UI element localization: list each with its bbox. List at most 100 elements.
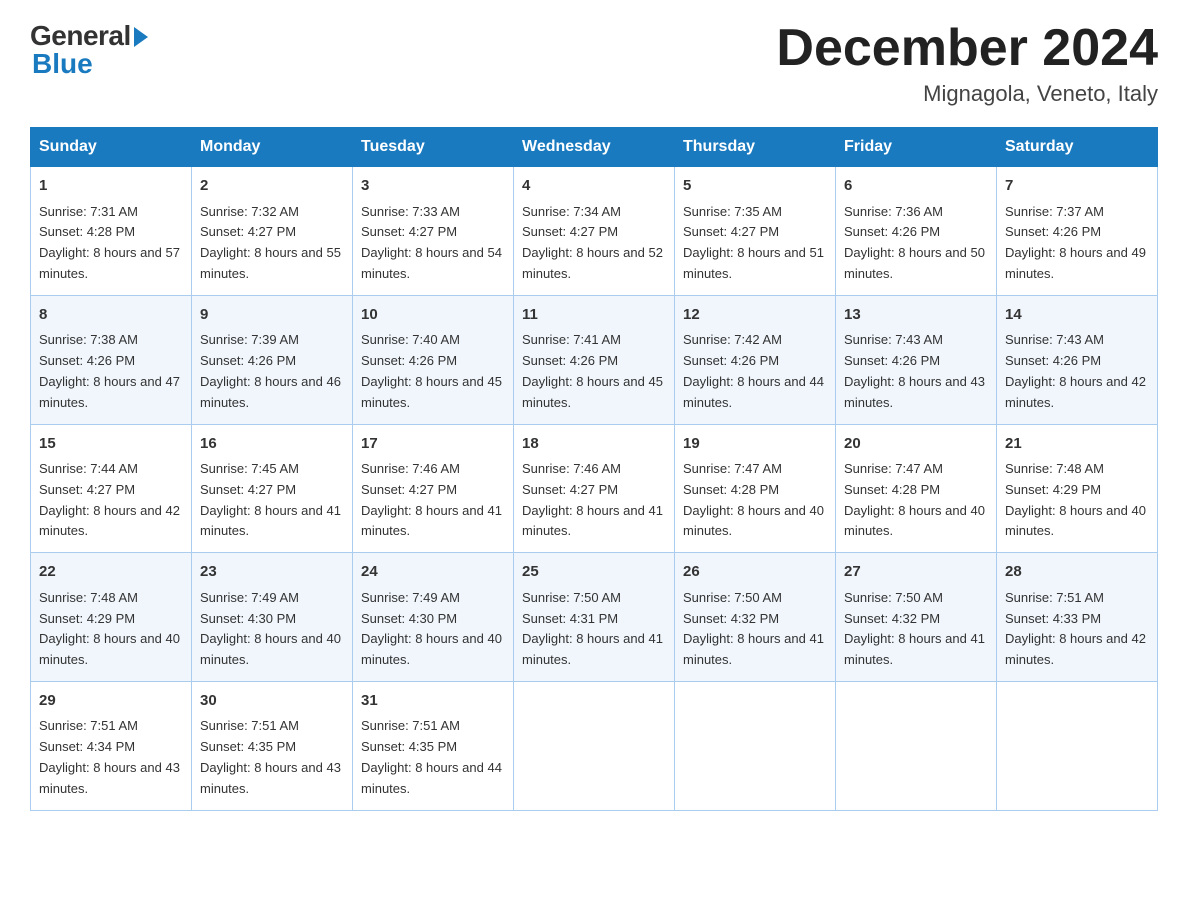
day-number: 4 xyxy=(522,175,666,198)
day-header-sunday: Sunday xyxy=(31,128,192,167)
day-number: 10 xyxy=(361,304,505,327)
day-number: 16 xyxy=(200,433,344,456)
day-info: Sunrise: 7:35 AMSunset: 4:27 PMDaylight:… xyxy=(683,202,827,285)
calendar-cell: 13 Sunrise: 7:43 AMSunset: 4:26 PMDayligh… xyxy=(836,295,997,424)
day-info: Sunrise: 7:44 AMSunset: 4:27 PMDaylight:… xyxy=(39,459,183,542)
day-number: 2 xyxy=(200,175,344,198)
calendar-cell: 14 Sunrise: 7:43 AMSunset: 4:26 PMDayligh… xyxy=(997,295,1158,424)
calendar-week-row: 1 Sunrise: 7:31 AMSunset: 4:28 PMDaylight… xyxy=(31,167,1158,296)
day-number: 29 xyxy=(39,690,183,713)
day-info: Sunrise: 7:33 AMSunset: 4:27 PMDaylight:… xyxy=(361,202,505,285)
calendar-week-row: 29 Sunrise: 7:51 AMSunset: 4:34 PMDayligh… xyxy=(31,681,1158,810)
day-info: Sunrise: 7:34 AMSunset: 4:27 PMDaylight:… xyxy=(522,202,666,285)
calendar-cell: 12Sunrise: 7:42 AMSunset: 4:26 PMDayligh… xyxy=(675,295,836,424)
calendar-cell: 25 Sunrise: 7:50 AMSunset: 4:31 PMDayligh… xyxy=(514,553,675,682)
calendar-cell: 20 Sunrise: 7:47 AMSunset: 4:28 PMDayligh… xyxy=(836,424,997,553)
calendar-cell: 3 Sunrise: 7:33 AMSunset: 4:27 PMDaylight… xyxy=(353,167,514,296)
day-info: Sunrise: 7:50 AMSunset: 4:32 PMDaylight:… xyxy=(844,588,988,671)
logo-arrow-icon xyxy=(134,27,148,47)
calendar-cell: 31Sunrise: 7:51 AMSunset: 4:35 PMDayligh… xyxy=(353,681,514,810)
calendar-cell: 5Sunrise: 7:35 AMSunset: 4:27 PMDaylight… xyxy=(675,167,836,296)
calendar-week-row: 22Sunrise: 7:48 AMSunset: 4:29 PMDayligh… xyxy=(31,553,1158,682)
day-header-friday: Friday xyxy=(836,128,997,167)
logo: General Blue xyxy=(30,20,148,80)
calendar-cell: 2 Sunrise: 7:32 AMSunset: 4:27 PMDaylight… xyxy=(192,167,353,296)
calendar-cell: 11 Sunrise: 7:41 AMSunset: 4:26 PMDayligh… xyxy=(514,295,675,424)
calendar-cell: 4 Sunrise: 7:34 AMSunset: 4:27 PMDaylight… xyxy=(514,167,675,296)
calendar-cell: 8 Sunrise: 7:38 AMSunset: 4:26 PMDaylight… xyxy=(31,295,192,424)
day-info: Sunrise: 7:48 AMSunset: 4:29 PMDaylight:… xyxy=(1005,459,1149,542)
calendar-cell: 26 Sunrise: 7:50 AMSunset: 4:32 PMDayligh… xyxy=(675,553,836,682)
calendar-cell: 23Sunrise: 7:49 AMSunset: 4:30 PMDayligh… xyxy=(192,553,353,682)
calendar-cell xyxy=(997,681,1158,810)
page-header: General Blue December 2024 Mignagola, Ve… xyxy=(30,20,1158,107)
day-header-wednesday: Wednesday xyxy=(514,128,675,167)
month-title: December 2024 xyxy=(776,20,1158,77)
day-info: Sunrise: 7:37 AMSunset: 4:26 PMDaylight:… xyxy=(1005,202,1149,285)
day-number: 25 xyxy=(522,561,666,584)
day-info: Sunrise: 7:47 AMSunset: 4:28 PMDaylight:… xyxy=(683,459,827,542)
day-number: 24 xyxy=(361,561,505,584)
day-info: Sunrise: 7:31 AMSunset: 4:28 PMDaylight:… xyxy=(39,202,183,285)
day-info: Sunrise: 7:42 AMSunset: 4:26 PMDaylight:… xyxy=(683,330,827,413)
day-info: Sunrise: 7:46 AMSunset: 4:27 PMDaylight:… xyxy=(361,459,505,542)
logo-blue-text: Blue xyxy=(32,48,93,80)
day-number: 17 xyxy=(361,433,505,456)
calendar-cell xyxy=(675,681,836,810)
calendar-cell: 22Sunrise: 7:48 AMSunset: 4:29 PMDayligh… xyxy=(31,553,192,682)
day-number: 21 xyxy=(1005,433,1149,456)
day-number: 31 xyxy=(361,690,505,713)
day-info: Sunrise: 7:51 AMSunset: 4:33 PMDaylight:… xyxy=(1005,588,1149,671)
calendar-week-row: 8 Sunrise: 7:38 AMSunset: 4:26 PMDaylight… xyxy=(31,295,1158,424)
calendar-cell xyxy=(514,681,675,810)
calendar-cell: 27Sunrise: 7:50 AMSunset: 4:32 PMDayligh… xyxy=(836,553,997,682)
calendar-cell: 19 Sunrise: 7:47 AMSunset: 4:28 PMDayligh… xyxy=(675,424,836,553)
day-info: Sunrise: 7:47 AMSunset: 4:28 PMDaylight:… xyxy=(844,459,988,542)
calendar-cell: 6Sunrise: 7:36 AMSunset: 4:26 PMDaylight… xyxy=(836,167,997,296)
day-info: Sunrise: 7:49 AMSunset: 4:30 PMDaylight:… xyxy=(361,588,505,671)
day-number: 8 xyxy=(39,304,183,327)
day-info: Sunrise: 7:50 AMSunset: 4:31 PMDaylight:… xyxy=(522,588,666,671)
day-info: Sunrise: 7:43 AMSunset: 4:26 PMDaylight:… xyxy=(844,330,988,413)
calendar-cell: 18Sunrise: 7:46 AMSunset: 4:27 PMDayligh… xyxy=(514,424,675,553)
calendar-week-row: 15 Sunrise: 7:44 AMSunset: 4:27 PMDayligh… xyxy=(31,424,1158,553)
day-info: Sunrise: 7:43 AMSunset: 4:26 PMDaylight:… xyxy=(1005,330,1149,413)
day-info: Sunrise: 7:48 AMSunset: 4:29 PMDaylight:… xyxy=(39,588,183,671)
calendar-cell: 7 Sunrise: 7:37 AMSunset: 4:26 PMDaylight… xyxy=(997,167,1158,296)
day-header-monday: Monday xyxy=(192,128,353,167)
day-info: Sunrise: 7:40 AMSunset: 4:26 PMDaylight:… xyxy=(361,330,505,413)
calendar-cell: 10 Sunrise: 7:40 AMSunset: 4:26 PMDayligh… xyxy=(353,295,514,424)
day-number: 6 xyxy=(844,175,988,198)
calendar-cell: 9Sunrise: 7:39 AMSunset: 4:26 PMDaylight… xyxy=(192,295,353,424)
day-header-saturday: Saturday xyxy=(997,128,1158,167)
day-number: 19 xyxy=(683,433,827,456)
day-number: 1 xyxy=(39,175,183,198)
calendar-cell: 28 Sunrise: 7:51 AMSunset: 4:33 PMDayligh… xyxy=(997,553,1158,682)
day-number: 7 xyxy=(1005,175,1149,198)
calendar-header-row: SundayMondayTuesdayWednesdayThursdayFrid… xyxy=(31,128,1158,167)
calendar-body: 1 Sunrise: 7:31 AMSunset: 4:28 PMDaylight… xyxy=(31,167,1158,810)
day-number: 13 xyxy=(844,304,988,327)
day-info: Sunrise: 7:39 AMSunset: 4:26 PMDaylight:… xyxy=(200,330,344,413)
day-number: 23 xyxy=(200,561,344,584)
day-number: 11 xyxy=(522,304,666,327)
location-text: Mignagola, Veneto, Italy xyxy=(776,81,1158,107)
calendar-table: SundayMondayTuesdayWednesdayThursdayFrid… xyxy=(30,127,1158,810)
day-info: Sunrise: 7:50 AMSunset: 4:32 PMDaylight:… xyxy=(683,588,827,671)
day-number: 14 xyxy=(1005,304,1149,327)
day-number: 26 xyxy=(683,561,827,584)
calendar-cell: 29 Sunrise: 7:51 AMSunset: 4:34 PMDayligh… xyxy=(31,681,192,810)
day-info: Sunrise: 7:32 AMSunset: 4:27 PMDaylight:… xyxy=(200,202,344,285)
day-info: Sunrise: 7:51 AMSunset: 4:34 PMDaylight:… xyxy=(39,716,183,799)
day-info: Sunrise: 7:51 AMSunset: 4:35 PMDaylight:… xyxy=(200,716,344,799)
day-header-thursday: Thursday xyxy=(675,128,836,167)
day-number: 20 xyxy=(844,433,988,456)
day-number: 15 xyxy=(39,433,183,456)
day-info: Sunrise: 7:38 AMSunset: 4:26 PMDaylight:… xyxy=(39,330,183,413)
calendar-cell: 21 Sunrise: 7:48 AMSunset: 4:29 PMDayligh… xyxy=(997,424,1158,553)
day-number: 3 xyxy=(361,175,505,198)
calendar-cell: 30 Sunrise: 7:51 AMSunset: 4:35 PMDayligh… xyxy=(192,681,353,810)
day-number: 30 xyxy=(200,690,344,713)
day-number: 28 xyxy=(1005,561,1149,584)
day-info: Sunrise: 7:41 AMSunset: 4:26 PMDaylight:… xyxy=(522,330,666,413)
